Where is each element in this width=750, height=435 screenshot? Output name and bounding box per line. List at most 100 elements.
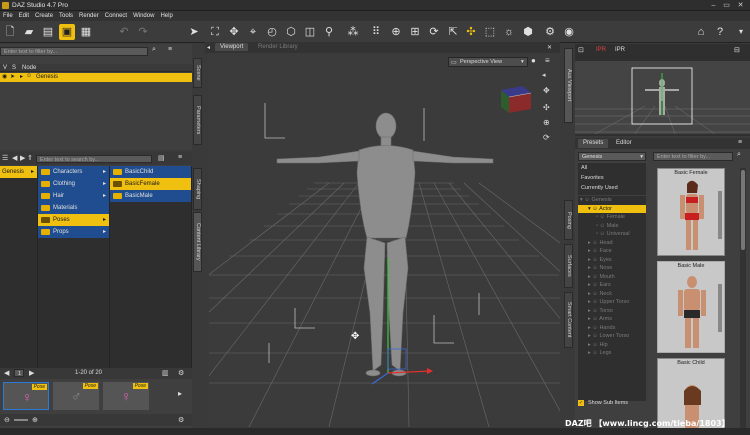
view-cube[interactable] <box>501 86 532 113</box>
render-icon[interactable]: ◉ <box>561 24 577 40</box>
tree-item[interactable]: ▸ ☺ Legs <box>578 349 646 358</box>
tab-shaping[interactable]: Shaping <box>193 168 202 210</box>
region-nav-icon[interactable]: ⁂ <box>345 24 361 40</box>
joint-editor-icon[interactable]: ⚲ <box>321 24 337 40</box>
tab-scene[interactable]: Scene <box>193 58 202 88</box>
layout-icon[interactable]: ⌂ <box>693 24 709 40</box>
tab-presets[interactable]: Presets <box>578 139 609 148</box>
orbit-icon[interactable]: ✥ <box>543 86 550 95</box>
content-item-props[interactable]: Props ▸ <box>38 226 109 238</box>
scale-icon[interactable]: ⇱ <box>445 24 461 40</box>
tree-item[interactable]: ▸ ☺ Torso <box>578 307 646 316</box>
col-visible[interactable]: V <box>3 65 7 71</box>
expand-arrow-icon[interactable]: ▸ <box>20 73 23 80</box>
genesis-figure[interactable] <box>276 112 494 377</box>
zoom-slider[interactable] <box>14 419 28 421</box>
content-settings-icon[interactable]: ⚙ <box>178 369 184 377</box>
surface-select-icon[interactable]: ⌖ <box>245 24 261 40</box>
node-weight-icon[interactable]: ⬡ <box>283 24 299 40</box>
spot-render-icon[interactable]: ◴ <box>264 24 280 40</box>
tree-item[interactable]: ▾ ☺ Actor <box>578 204 646 213</box>
camera-icon[interactable]: ⬚ <box>482 24 498 40</box>
preset-card-basic-male[interactable]: Basic Male <box>657 261 725 353</box>
transform-icon[interactable]: ✥ <box>226 24 242 40</box>
aux-viewport-view[interactable] <box>575 61 750 134</box>
draw-style-icon[interactable]: ● <box>531 56 536 65</box>
tree-item[interactable]: ▸ ☺ Neck <box>578 290 646 299</box>
viewport-menu-icon[interactable]: ≡ <box>545 56 550 65</box>
tab-viewport[interactable]: Viewport <box>215 43 249 51</box>
collapse-toolbar-icon[interactable]: ▾ <box>733 24 749 40</box>
content-item-basicfemale[interactable]: BasicFemale <box>110 178 191 190</box>
tree-item[interactable]: ▸ ☺ Arms <box>578 315 646 324</box>
content-item-poses[interactable]: Poses ▸ <box>38 214 109 226</box>
search-icon[interactable]: ⌕ <box>737 151 741 159</box>
tab-close-icon[interactable]: ✕ <box>547 44 552 51</box>
undo-icon[interactable]: ↶ <box>116 24 132 40</box>
tree-item[interactable]: ▸ ☺ Ears <box>578 281 646 290</box>
cursor-icon[interactable]: ➤ <box>186 24 202 40</box>
save-as-icon[interactable]: ▦ <box>78 24 94 40</box>
ipr-button-2[interactable]: IPR <box>615 47 625 53</box>
tree-item[interactable]: ▫ ☺ Male <box>578 222 646 231</box>
camera-dropdown[interactable]: ▭ Perspective View ▾ <box>448 57 528 67</box>
tree-item[interactable]: ▸ ☺ Eyes <box>578 256 646 265</box>
content-item-genesis[interactable]: Genesis ▸ <box>0 166 37 178</box>
scene-menu-icon[interactable]: ≡ <box>168 46 172 53</box>
universal-tool-icon[interactable]: ⊕ <box>388 24 404 40</box>
menu-help[interactable]: Help <box>157 11 175 21</box>
view-list-icon[interactable]: ☰ <box>2 154 8 162</box>
tree-item[interactable]: ▸ ☺ Nose <box>578 264 646 273</box>
menu-connect[interactable]: Connect <box>102 11 130 21</box>
nav-cube-arrow-icon[interactable]: ◂ <box>542 71 546 79</box>
tree-item[interactable]: ▸ ☺ Head <box>578 239 646 248</box>
maximize-icon[interactable]: ▭ <box>721 1 732 10</box>
tab-parameters[interactable]: Parameters <box>193 95 202 145</box>
smart-filter-input[interactable]: Enter text to filter by... <box>653 152 733 161</box>
tree-item[interactable]: ▸ ☺ Hip <box>578 341 646 350</box>
tree-item[interactable]: ▫ ☺ Universal <box>578 230 646 239</box>
close-icon[interactable]: ✕ <box>735 1 746 10</box>
scroll-thumb[interactable] <box>741 170 745 250</box>
search-icon[interactable]: ⌕ <box>152 46 156 54</box>
figure-dropdown[interactable]: Genesis ▾ <box>578 152 646 161</box>
tab-aux-viewport[interactable]: Aux Viewport <box>564 48 573 123</box>
redo-icon[interactable]: ↷ <box>135 24 151 40</box>
scene-node-genesis[interactable]: ◉ ➤ ▸ ☺ Genesis <box>0 73 192 82</box>
content-filter-icon[interactable]: ▤ <box>158 154 165 162</box>
tree-item[interactable]: ▸ ☺ Upper Torso <box>578 298 646 307</box>
content-item-materials[interactable]: Materials <box>38 202 109 214</box>
pointer-icon[interactable]: ➤ <box>10 73 15 80</box>
menu-tools[interactable]: Tools <box>56 11 76 21</box>
tree-item[interactable]: ▾ ☺ Genesis <box>578 196 646 205</box>
aux-camera-icon[interactable]: ⊡ <box>578 46 584 54</box>
eye-icon[interactable]: ◉ <box>2 73 7 80</box>
help-icon[interactable]: ? <box>712 24 728 40</box>
minimize-icon[interactable]: – <box>708 1 719 10</box>
merge-icon[interactable]: ▤ <box>40 24 56 40</box>
preset-card-basic-female[interactable]: Basic Female <box>657 168 725 256</box>
menu-window[interactable]: Window <box>130 11 157 21</box>
content-search-input[interactable]: Enter text to search by... <box>36 155 152 163</box>
geometry-icon[interactable]: ◫ <box>302 24 318 40</box>
aux-render-icon[interactable]: ⊟ <box>734 46 740 54</box>
col-selectable[interactable]: S <box>12 65 16 71</box>
menu-create[interactable]: Create <box>32 11 56 21</box>
content-options-icon[interactable]: ▥ <box>162 369 169 377</box>
content-item-basicchild[interactable]: BasicChild <box>110 166 191 178</box>
zoom-out-icon[interactable]: ⊖ <box>4 416 10 424</box>
rotate-icon[interactable]: ⟳ <box>426 24 442 40</box>
zoom-icon[interactable]: ⊕ <box>543 118 550 127</box>
translate-icon[interactable]: ⊞ <box>407 24 423 40</box>
viewport-3d[interactable]: ✥ ▭ Perspective View ▾ ● ≡ ◂ ✥ ✣ ⊕ ⟳ <box>209 53 560 427</box>
next-page-icon[interactable]: ▶ <box>29 369 34 377</box>
smart-menu-icon[interactable]: ≡ <box>738 139 742 146</box>
menu-render[interactable]: Render <box>76 11 102 21</box>
pose-thumb-1[interactable]: Pose ♀ <box>3 382 49 410</box>
move-icon[interactable]: ✣ <box>463 24 479 40</box>
content-menu-icon[interactable]: ≡ <box>178 154 182 161</box>
back-icon[interactable]: ◀ <box>12 154 17 162</box>
tab-posing[interactable]: Posing <box>564 200 573 240</box>
card-slider[interactable] <box>718 191 722 239</box>
ipr-button-1[interactable]: IPR <box>596 47 606 53</box>
